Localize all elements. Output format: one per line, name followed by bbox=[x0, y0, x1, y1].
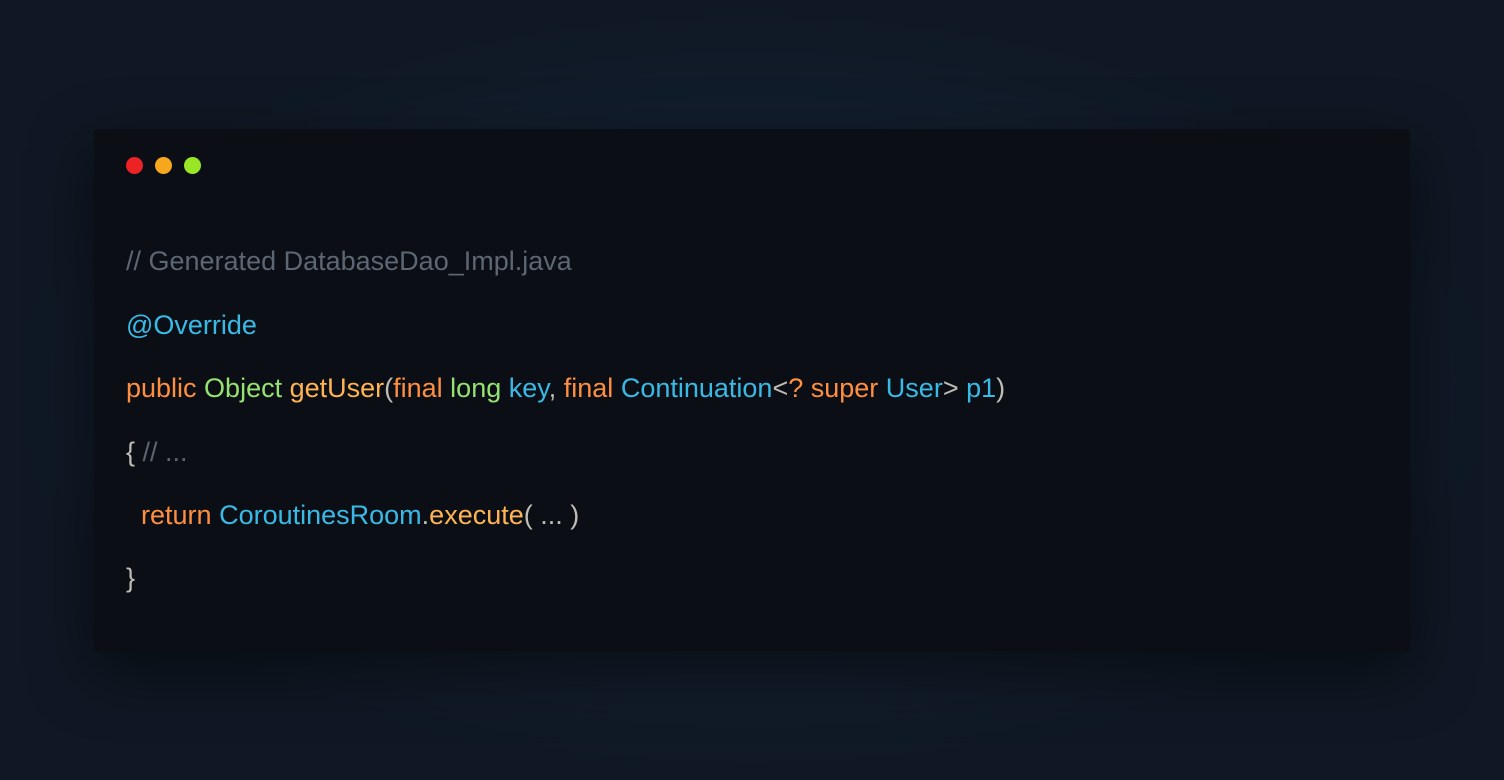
generic-close: > bbox=[943, 373, 959, 403]
execute-args: ( ... ) bbox=[524, 500, 580, 530]
brace-open: { bbox=[126, 437, 135, 467]
keyword-public: public bbox=[126, 373, 197, 403]
generic-wildcard: ? bbox=[788, 373, 803, 403]
keyword-final2: final bbox=[556, 373, 613, 403]
annotation-text: @Override bbox=[126, 310, 257, 340]
brace-close: } bbox=[126, 563, 135, 593]
type-coroutinesroom: CoroutinesRoom bbox=[212, 500, 422, 530]
code-content: // Generated DatabaseDao_Impl.java @Over… bbox=[126, 230, 1378, 611]
code-line-5: return CoroutinesRoom.execute( ... ) bbox=[126, 484, 1378, 547]
keyword-return: return bbox=[141, 500, 212, 530]
param-key: key bbox=[501, 373, 549, 403]
type-continuation: Continuation bbox=[613, 373, 772, 403]
type-long: long bbox=[443, 373, 502, 403]
comment-text: // Generated DatabaseDao_Impl.java bbox=[126, 246, 572, 276]
keyword-super: super bbox=[803, 373, 878, 403]
type-object: Object bbox=[197, 373, 283, 403]
minimize-icon[interactable] bbox=[155, 157, 172, 174]
close-icon[interactable] bbox=[126, 157, 143, 174]
code-line-2: @Override bbox=[126, 294, 1378, 357]
code-line-4: { // ... bbox=[126, 421, 1378, 484]
method-execute: execute bbox=[429, 500, 524, 530]
generic-open: < bbox=[772, 373, 788, 403]
method-name: getUser bbox=[282, 373, 384, 403]
code-line-3: public Object getUser(final long key, fi… bbox=[126, 357, 1378, 420]
paren-close: ) bbox=[996, 373, 1005, 403]
comment-ellipsis: // ... bbox=[135, 437, 188, 467]
code-line-6: } bbox=[126, 547, 1378, 610]
code-editor-window: // Generated DatabaseDao_Impl.java @Over… bbox=[94, 129, 1410, 651]
indent bbox=[126, 500, 141, 530]
code-line-1: // Generated DatabaseDao_Impl.java bbox=[126, 230, 1378, 293]
param-p1: p1 bbox=[959, 373, 997, 403]
window-controls bbox=[126, 157, 1378, 174]
type-user: User bbox=[878, 373, 943, 403]
maximize-icon[interactable] bbox=[184, 157, 201, 174]
keyword-final: final bbox=[393, 373, 443, 403]
paren-open: ( bbox=[384, 373, 393, 403]
